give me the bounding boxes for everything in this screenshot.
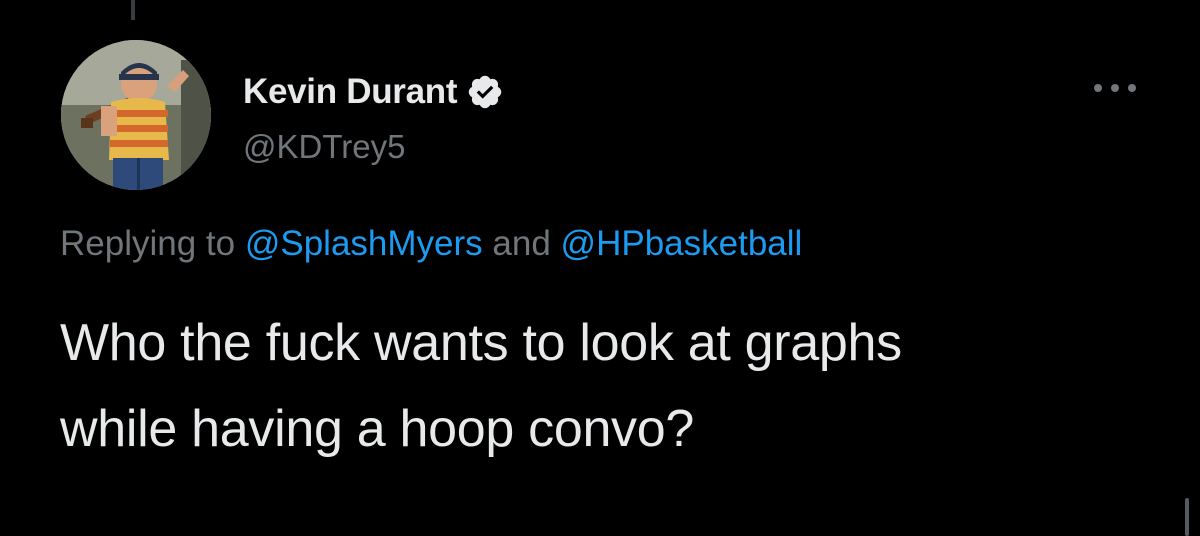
tweet-text-line: Who the fuck wants to look at graphs xyxy=(60,314,902,372)
ellipsis-icon xyxy=(1111,84,1119,92)
mention-link-splashmyers[interactable]: @SplashMyers xyxy=(245,224,483,263)
avatar[interactable] xyxy=(61,40,211,190)
tweet-text-line: while having a hoop convo? xyxy=(60,400,694,458)
mention-link-hpbasketball[interactable]: @HPbasketball xyxy=(561,224,803,263)
reply-context-prefix: Replying to xyxy=(60,224,236,263)
ellipsis-icon xyxy=(1094,84,1102,92)
more-options-button[interactable] xyxy=(1090,76,1140,100)
author-handle[interactable]: @KDTrey5 xyxy=(243,128,405,166)
avatar-photo-icon xyxy=(61,40,211,190)
verified-badge-icon xyxy=(468,75,502,109)
scrollbar[interactable] xyxy=(1185,498,1189,536)
thread-connector-line xyxy=(131,0,135,20)
author-display-name[interactable]: Kevin Durant xyxy=(243,72,458,112)
ellipsis-icon xyxy=(1128,84,1136,92)
reply-context: Replying to @SplashMyers and @HPbasketba… xyxy=(60,224,802,264)
tweet-text: Who the fuck wants to look at graphs whi… xyxy=(60,300,1140,472)
reply-context-joiner: and xyxy=(492,224,551,263)
author-name-row[interactable]: Kevin Durant xyxy=(243,72,504,112)
